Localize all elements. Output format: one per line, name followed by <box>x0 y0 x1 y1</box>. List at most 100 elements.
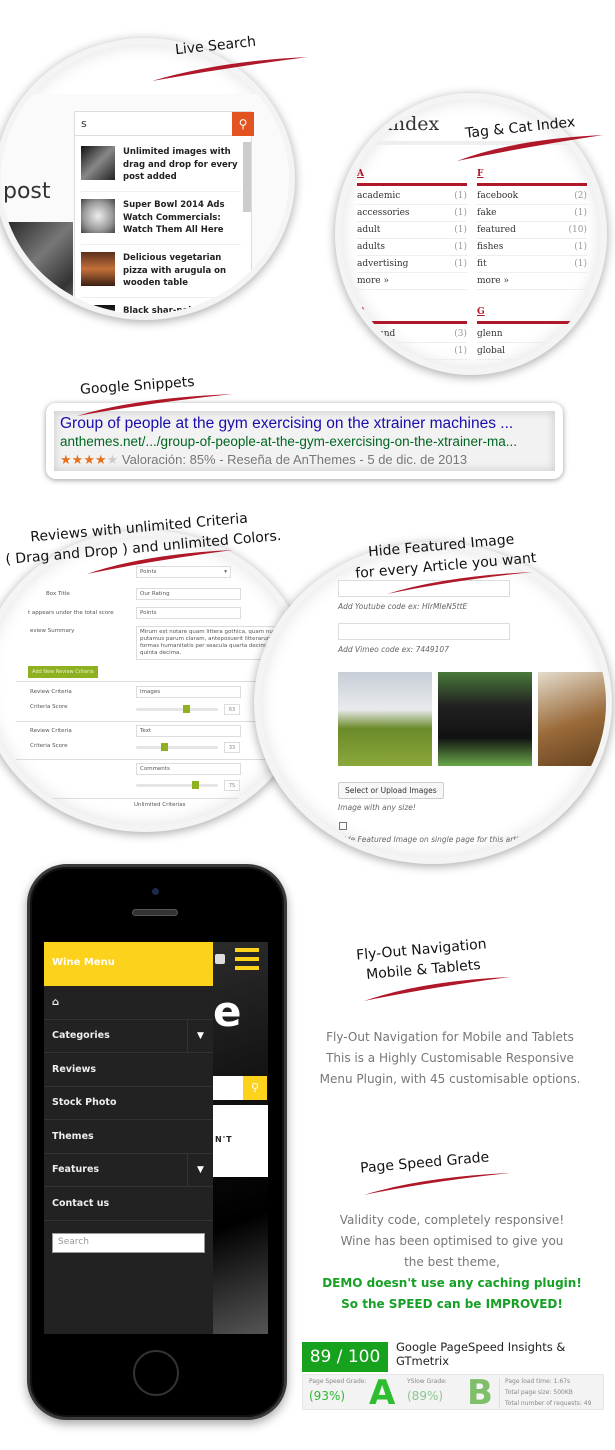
pagespeed-grade-percent: (93%) <box>309 1389 346 1403</box>
snippet-url[interactable]: anthemes.net/.../group-of-people-at-the-… <box>60 433 549 451</box>
total-page-size: Total page size: 500KB <box>505 1389 573 1396</box>
live-search-input[interactable]: s <box>75 112 232 136</box>
group-rule <box>357 183 467 186</box>
tag-name: fishes <box>477 242 504 252</box>
tag-row[interactable]: featured (10) <box>477 222 587 239</box>
gallery-image-airplane[interactable] <box>338 672 432 766</box>
group-letter[interactable]: G <box>477 307 587 321</box>
gallery-image-dog[interactable] <box>538 672 606 766</box>
tag-row[interactable]: fishes (1) <box>477 239 587 256</box>
under-score-input[interactable]: Points <box>136 607 241 619</box>
menu-item-stock-photo[interactable]: Stock Photo <box>44 1087 213 1120</box>
submenu-toggle[interactable]: ▼ <box>187 1153 213 1186</box>
index-page-title: s index <box>371 113 440 135</box>
search-button[interactable]: ⚲ <box>232 112 254 136</box>
menu-item-label: Reviews <box>52 1063 97 1075</box>
vimeo-code-input[interactable] <box>338 623 510 640</box>
group-letter[interactable]: B <box>357 307 467 321</box>
criteria-score-slider[interactable] <box>136 705 218 713</box>
tag-row[interactable]: facebook (2) <box>477 188 587 205</box>
scrollbar[interactable] <box>243 142 251 212</box>
group-letter[interactable]: A <box>357 169 467 183</box>
result-thumbnail <box>81 199 115 233</box>
description-line: Wine has been optimised to give you <box>340 1234 564 1248</box>
box-title-input[interactable]: Our Rating <box>136 588 241 600</box>
snippet-result: Group of people at the gym exercising on… <box>54 411 555 471</box>
swoosh-decoration <box>152 57 308 81</box>
tag-name: academic <box>357 191 401 201</box>
site-search-input[interactable] <box>213 1076 243 1100</box>
criteria-name-input[interactable]: Text <box>136 725 241 737</box>
criteria-name-input[interactable]: Images <box>136 686 241 698</box>
menu-search-input[interactable]: Search <box>52 1232 205 1253</box>
tag-row[interactable]: kground (3) <box>357 326 467 343</box>
total-requests: Total number of requests: 49 <box>505 1400 592 1407</box>
yslow-grade-letter: B <box>467 1373 493 1413</box>
vimeo-note: Add Vimeo code ex: 7449107 <box>338 645 449 654</box>
tag-row[interactable]: glenn <box>477 326 587 343</box>
add-review-criteria-button[interactable]: Add New Review Criteria <box>28 666 98 678</box>
result-thumbnail <box>81 252 115 286</box>
menu-title: Wine Menu <box>44 942 213 986</box>
slider-handle[interactable] <box>160 743 168 751</box>
description-line: the best theme, <box>404 1255 500 1269</box>
site-search-button[interactable]: ⚲ <box>243 1076 267 1100</box>
tag-name: facebook <box>477 191 519 201</box>
tag-row[interactable]: fake (1) <box>477 205 587 222</box>
criteria-score-slider[interactable] <box>136 743 218 751</box>
tag-row[interactable]: adults (1) <box>357 239 467 256</box>
result-title: Delicious vegetarian pizza with arugula … <box>123 253 227 288</box>
gallery-image-racehorse[interactable] <box>438 672 532 766</box>
criteria-score-slider[interactable] <box>136 781 218 789</box>
menu-item-reviews[interactable]: Reviews <box>44 1053 213 1087</box>
result-title: Unlimited images with drag and drop for … <box>123 147 238 182</box>
hide-featured-checkbox[interactable] <box>339 822 347 830</box>
star-icon: ★ <box>83 452 95 467</box>
more-link[interactable]: more » <box>357 273 467 290</box>
description-line: Validity code, completely responsive! <box>339 1213 565 1227</box>
tag-name: accessories <box>357 208 410 218</box>
list-item[interactable]: Black shar-pei dog with glasses is readi… <box>81 299 241 314</box>
menu-item-features[interactable]: Features ▼ <box>44 1153 213 1187</box>
triangle-down-icon: ▼ <box>197 1030 204 1041</box>
tag-row[interactable]: academic (1) <box>357 188 467 205</box>
more-link[interactable]: more » <box>477 273 587 290</box>
tag-name: glenn <box>477 329 503 339</box>
speed-notice: So the SPEED can be IMPROVED! <box>341 1297 563 1311</box>
hide-featured-checkbox-label: Hide Featured Image on single page for t… <box>338 835 530 844</box>
criteria-name-input[interactable]: Comments <box>136 763 241 775</box>
tag-name: global <box>477 346 506 356</box>
criteria-score-value: 75 <box>224 780 240 791</box>
slider-handle[interactable] <box>192 781 200 789</box>
menu-item-home[interactable]: ⌂ <box>44 986 213 1020</box>
result-thumbnail <box>81 146 115 180</box>
page-load-time: Page load time: 1.67s <box>505 1378 571 1385</box>
hamburger-icon[interactable] <box>235 948 259 970</box>
group-letter[interactable]: F <box>477 169 587 183</box>
menu-item-contact[interactable]: Contact us <box>44 1187 213 1221</box>
select-upload-images-button[interactable]: Select or Upload Images <box>338 782 444 799</box>
tag-row[interactable]: adult (1) <box>357 222 467 239</box>
tag-row[interactable]: fit (1) <box>477 256 587 273</box>
tag-row[interactable]: (1) <box>357 343 467 360</box>
list-item[interactable]: Super Bowl 2014 Ads Watch Commercials: W… <box>81 193 241 245</box>
tag-row[interactable]: accessories (1) <box>357 205 467 222</box>
phone-home-button[interactable] <box>133 1350 179 1396</box>
slider-handle[interactable] <box>183 705 191 713</box>
criteria-label: Review Criteria <box>30 728 72 734</box>
flyout-menu: Wine Menu ⌂ Categories ▼ Reviews Stock Ph… <box>44 942 213 1334</box>
menu-item-categories[interactable]: Categories ▼ <box>44 1019 213 1053</box>
list-item[interactable]: Unlimited images with drag and drop for … <box>81 140 241 192</box>
live-search-widget: s ⚲ Unlimited images with drag and drop … <box>74 111 254 314</box>
star-empty-icon: ★ <box>106 452 119 467</box>
tag-name: fake <box>477 208 497 218</box>
phone-speaker <box>132 909 178 916</box>
menu-item-themes[interactable]: Themes <box>44 1120 213 1154</box>
submenu-toggle[interactable]: ▼ <box>187 1019 213 1052</box>
list-item[interactable]: Delicious vegetarian pizza with arugula … <box>81 246 241 298</box>
tag-row[interactable]: global <box>477 343 587 360</box>
tag-group-a: A academic (1) accessories (1) adult (1) ad… <box>357 169 467 290</box>
tag-row[interactable]: advertising (1) <box>357 256 467 273</box>
background-image <box>1 222 73 314</box>
search-icon: ⚲ <box>250 1081 260 1094</box>
